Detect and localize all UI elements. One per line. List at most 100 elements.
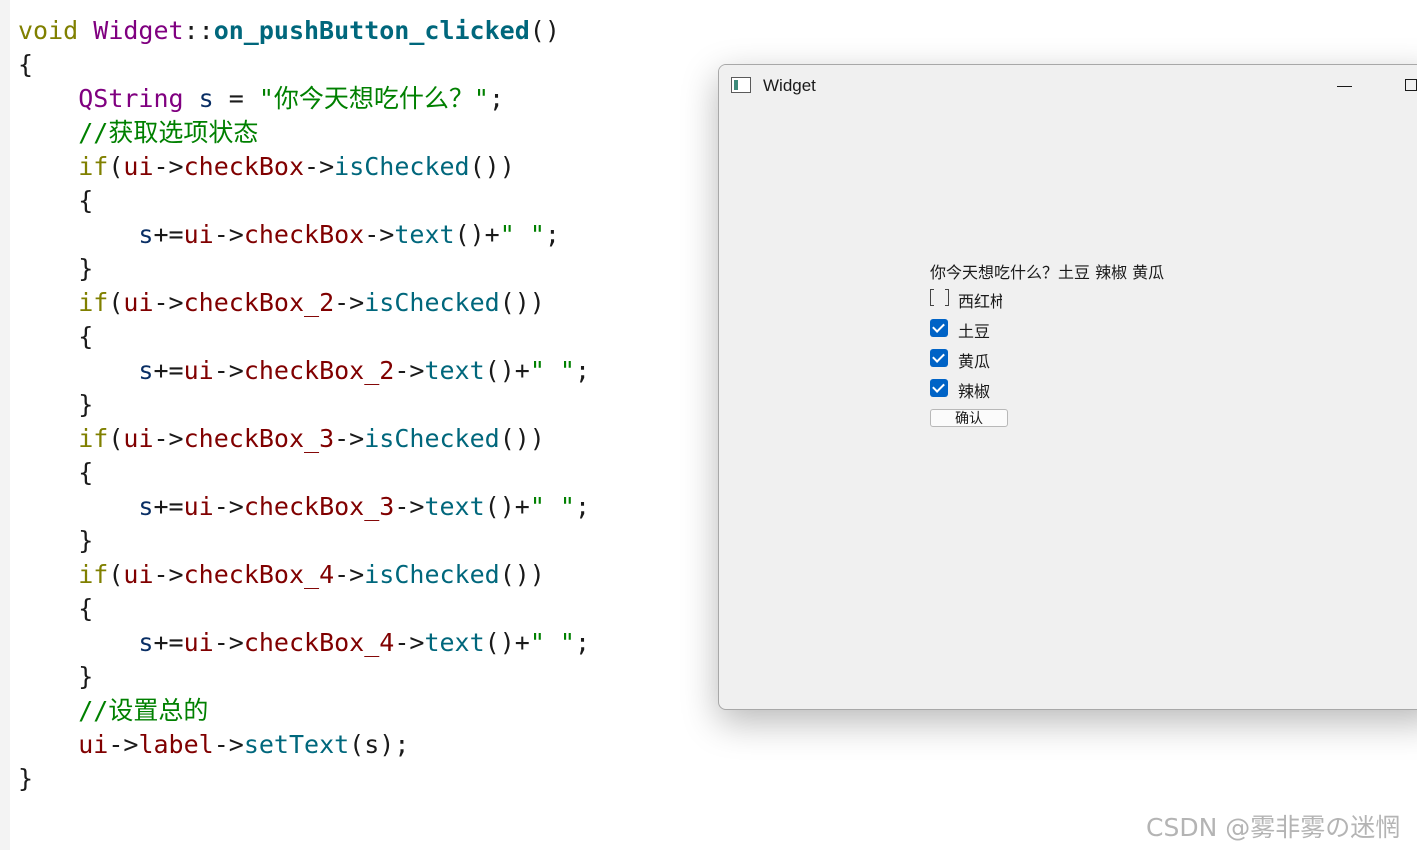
code-token: :: <box>183 16 214 45</box>
code-line: //设置总的 <box>18 694 590 728</box>
code-token: ()) <box>499 560 545 589</box>
code-token: -> <box>213 730 244 759</box>
code-token: { <box>18 458 94 487</box>
checkbox-label: 黄瓜 <box>958 352 991 371</box>
code-token: ( <box>108 152 124 181</box>
checkbox-unchecked-icon[interactable] <box>930 289 949 307</box>
code-token: checkBox_4 <box>183 560 335 589</box>
code-token: ( <box>108 560 124 589</box>
code-token: -> <box>394 492 425 521</box>
code-token: ; <box>544 220 560 249</box>
code-token: checkBox_3 <box>243 492 395 521</box>
checkbox-label: 西红柿 <box>958 292 1002 311</box>
code-token: text <box>394 220 455 249</box>
code-token: checkBox <box>243 220 365 249</box>
code-line: } <box>18 762 590 796</box>
code-line: } <box>18 252 590 286</box>
code-line: { <box>18 48 590 82</box>
code-token: " " <box>529 628 575 657</box>
code-token: ui <box>123 560 154 589</box>
code-token: -> <box>153 152 184 181</box>
code-token: ()+ <box>454 220 500 249</box>
code-token: if <box>78 424 109 453</box>
code-token: ; <box>574 492 591 521</box>
code-token: if <box>78 152 109 181</box>
code-token: ui <box>78 730 109 759</box>
code-token: //设置总的 <box>78 696 209 725</box>
code-line: s+=ui->checkBox_4->text()+" "; <box>18 626 590 660</box>
code-token: ( <box>108 424 124 453</box>
code-token: { <box>18 186 94 215</box>
code-token: ui <box>183 628 214 657</box>
result-label: 你今天想吃什么？土豆 辣椒 黄瓜 <box>930 263 1165 282</box>
code-line: if(ui->checkBox->isChecked()) <box>18 150 590 184</box>
editor-gutter <box>0 0 10 850</box>
minimize-button[interactable] <box>1319 65 1365 107</box>
code-line: { <box>18 456 590 490</box>
code-token: -> <box>394 628 425 657</box>
code-token: setText <box>243 730 350 759</box>
code-token: -> <box>108 730 139 759</box>
code-line: } <box>18 524 590 558</box>
window-client-area: 你今天想吃什么？土豆 辣椒 黄瓜 西红柿 土豆 黄瓜 辣椒 确认 <box>719 107 1417 709</box>
code-token: ui <box>183 220 214 249</box>
checkbox-potato[interactable]: 土豆 <box>930 317 1150 341</box>
code-line: { <box>18 184 590 218</box>
checkbox-label: 土豆 <box>958 322 991 341</box>
code-token: text <box>424 492 485 521</box>
maximize-button[interactable] <box>1395 65 1417 107</box>
code-token: ui <box>183 356 214 385</box>
code-token: void <box>18 16 94 45</box>
code-token: ; <box>574 628 591 657</box>
checkbox-cucumber[interactable]: 黄瓜 <box>930 347 1150 371</box>
checkbox-tomato[interactable]: 西红柿 <box>930 287 1150 311</box>
checkbox-checked-icon[interactable] <box>930 319 948 337</box>
minimize-icon <box>1337 86 1352 87</box>
code-token: += <box>153 628 184 657</box>
code-token: -> <box>213 220 244 249</box>
widget-window: Widget 你今天想吃什么？土豆 辣椒 黄瓜 西红柿 土豆 黄瓜 辣椒 确认 <box>718 64 1417 710</box>
code-token: text <box>424 356 485 385</box>
csdn-watermark: CSDN @雾非雾の迷惘 <box>1146 813 1401 842</box>
code-token: ui <box>123 288 154 317</box>
code-token: ; <box>574 356 591 385</box>
checkbox-checked-icon[interactable] <box>930 379 948 397</box>
code-token: -> <box>304 152 335 181</box>
code-token: += <box>153 356 184 385</box>
code-token: " " <box>499 220 545 249</box>
maximize-icon <box>1405 79 1417 91</box>
window-title: Widget <box>763 76 816 95</box>
code-editor: void Widget::on_pushButton_clicked(){ QS… <box>18 14 590 796</box>
code-token: if <box>78 560 109 589</box>
title-bar[interactable]: Widget <box>719 65 1417 107</box>
checkbox-checked-icon[interactable] <box>930 349 948 367</box>
code-line: QString s = "你今天想吃什么？"; <box>18 82 590 116</box>
code-token: } <box>18 254 94 283</box>
code-token: " " <box>529 356 575 385</box>
code-token: s <box>138 492 154 521</box>
code-token: } <box>18 662 94 691</box>
code-token: -> <box>213 356 244 385</box>
code-token: ui <box>123 424 154 453</box>
code-line: s+=ui->checkBox_3->text()+" "; <box>18 490 590 524</box>
code-token: ()) <box>499 288 545 317</box>
code-token: -> <box>394 356 425 385</box>
code-token: ui <box>123 152 154 181</box>
code-token: += <box>153 492 184 521</box>
code-token: s <box>138 628 154 657</box>
confirm-button[interactable]: 确认 <box>930 409 1008 427</box>
code-token: } <box>18 764 34 793</box>
code-token: checkBox_4 <box>243 628 395 657</box>
code-token: text <box>424 628 485 657</box>
code-line: { <box>18 592 590 626</box>
code-token: { <box>18 322 94 351</box>
code-token: (s); <box>349 730 410 759</box>
checkbox-chili[interactable]: 辣椒 <box>930 377 1150 401</box>
